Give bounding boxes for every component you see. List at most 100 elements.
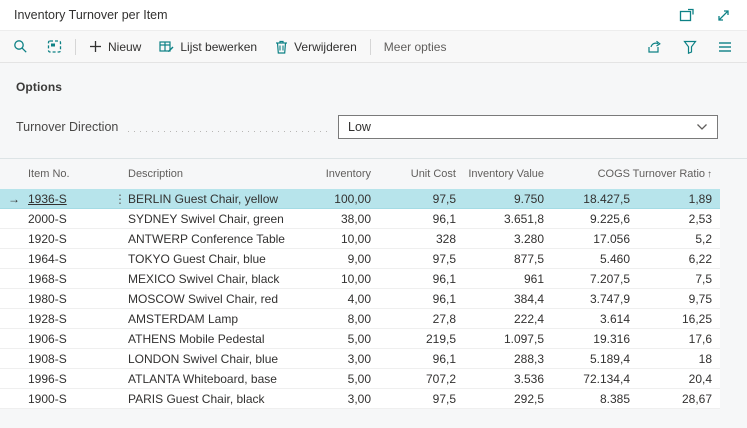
cogs-cell[interactable]: 7.207,5	[544, 272, 630, 286]
delete-button[interactable]: Verwijderen	[275, 40, 357, 54]
item-no-link[interactable]: 1968-S	[28, 272, 67, 286]
description-cell[interactable]: TOKYO Guest Chair, blue	[128, 252, 286, 266]
item-no-link[interactable]: 1980-S	[28, 292, 67, 306]
turnover-ratio-cell[interactable]: 5,2	[630, 232, 720, 246]
edit-list-button[interactable]: Lijst bewerken	[159, 40, 257, 54]
description-cell[interactable]: SYDNEY Swivel Chair, green	[128, 212, 286, 226]
cogs-cell[interactable]: 3.614	[544, 312, 630, 326]
inventory-value-cell[interactable]: 3.280	[456, 232, 544, 246]
table-row[interactable]: → 1900-S ⋮ PARIS Guest Chair, black 3,00…	[0, 389, 720, 409]
header-unit-cost[interactable]: Unit Cost	[371, 168, 456, 180]
item-no-cell[interactable]: 1936-S	[28, 192, 114, 206]
inventory-cell[interactable]: 10,00	[286, 232, 371, 246]
table-row[interactable]: → 1980-S ⋮ MOSCOW Swivel Chair, red 4,00…	[0, 289, 720, 309]
description-cell[interactable]: ATHENS Mobile Pedestal	[128, 332, 286, 346]
inventory-value-cell[interactable]: 3.651,8	[456, 212, 544, 226]
header-item-no[interactable]: Item No.	[28, 168, 114, 180]
header-description[interactable]: Description	[128, 168, 286, 180]
item-no-link[interactable]: 1996-S	[28, 372, 67, 386]
item-no-link[interactable]: 1900-S	[28, 392, 67, 406]
inventory-cell[interactable]: 5,00	[286, 332, 371, 346]
unit-cost-cell[interactable]: 707,2	[371, 372, 456, 386]
header-turnover-ratio[interactable]: Turnover Ratio↑	[630, 168, 720, 180]
table-row[interactable]: → 1996-S ⋮ ATLANTA Whiteboard, base 5,00…	[0, 369, 720, 389]
turnover-ratio-cell[interactable]: 18	[630, 352, 720, 366]
inventory-value-cell[interactable]: 9.750	[456, 192, 544, 206]
turnover-ratio-cell[interactable]: 2,53	[630, 212, 720, 226]
item-no-link[interactable]: 1928-S	[28, 312, 67, 326]
cogs-cell[interactable]: 72.134,4	[544, 372, 630, 386]
unit-cost-cell[interactable]: 96,1	[371, 212, 456, 226]
description-cell[interactable]: MEXICO Swivel Chair, black	[128, 272, 286, 286]
item-no-link[interactable]: 1908-S	[28, 352, 67, 366]
row-context-menu-icon[interactable]: ⋮	[114, 192, 128, 206]
description-cell[interactable]: AMSTERDAM Lamp	[128, 312, 286, 326]
table-row[interactable]: → 1928-S ⋮ AMSTERDAM Lamp 8,00 27,8 222,…	[0, 309, 720, 329]
item-no-cell[interactable]: 1920-S	[28, 232, 114, 246]
item-no-link[interactable]: 1920-S	[28, 232, 67, 246]
share-icon[interactable]	[647, 39, 663, 55]
inventory-cell[interactable]: 10,00	[286, 272, 371, 286]
table-row[interactable]: → 1964-S ⋮ TOKYO Guest Chair, blue 9,00 …	[0, 249, 720, 269]
inventory-value-cell[interactable]: 292,5	[456, 392, 544, 406]
inventory-cell[interactable]: 3,00	[286, 352, 371, 366]
item-no-cell[interactable]: 1996-S	[28, 372, 114, 386]
item-no-cell[interactable]: 2000-S	[28, 212, 114, 226]
description-cell[interactable]: ATLANTA Whiteboard, base	[128, 372, 286, 386]
turnover-ratio-cell[interactable]: 7,5	[630, 272, 720, 286]
item-no-cell[interactable]: 1968-S	[28, 272, 114, 286]
item-no-link[interactable]: 2000-S	[28, 212, 67, 226]
table-row[interactable]: → 1936-S ⋮ BERLIN Guest Chair, yellow 10…	[0, 189, 720, 209]
inventory-cell[interactable]: 38,00	[286, 212, 371, 226]
inventory-cell[interactable]: 4,00	[286, 292, 371, 306]
table-row[interactable]: → 2000-S ⋮ SYDNEY Swivel Chair, green 38…	[0, 209, 720, 229]
turnover-ratio-cell[interactable]: 6,22	[630, 252, 720, 266]
description-cell[interactable]: BERLIN Guest Chair, yellow	[128, 192, 286, 206]
turnover-ratio-cell[interactable]: 9,75	[630, 292, 720, 306]
turnover-ratio-cell[interactable]: 16,25	[630, 312, 720, 326]
cogs-cell[interactable]: 18.427,5	[544, 192, 630, 206]
inventory-value-cell[interactable]: 288,3	[456, 352, 544, 366]
turnover-ratio-cell[interactable]: 1,89	[630, 192, 720, 206]
cogs-cell[interactable]: 8.385	[544, 392, 630, 406]
description-cell[interactable]: MOSCOW Swivel Chair, red	[128, 292, 286, 306]
unit-cost-cell[interactable]: 219,5	[371, 332, 456, 346]
item-no-cell[interactable]: 1928-S	[28, 312, 114, 326]
inventory-cell[interactable]: 5,00	[286, 372, 371, 386]
unit-cost-cell[interactable]: 96,1	[371, 292, 456, 306]
search-icon[interactable]	[12, 39, 28, 55]
description-cell[interactable]: PARIS Guest Chair, black	[128, 392, 286, 406]
item-no-cell[interactable]: 1906-S	[28, 332, 114, 346]
inventory-value-cell[interactable]: 3.536	[456, 372, 544, 386]
header-cogs[interactable]: COGS	[544, 168, 630, 180]
cogs-cell[interactable]: 5.189,4	[544, 352, 630, 366]
table-row[interactable]: → 1968-S ⋮ MEXICO Swivel Chair, black 10…	[0, 269, 720, 289]
inventory-cell[interactable]: 8,00	[286, 312, 371, 326]
turnover-ratio-cell[interactable]: 28,67	[630, 392, 720, 406]
new-button[interactable]: Nieuw	[89, 40, 141, 54]
header-inventory[interactable]: Inventory	[286, 168, 371, 180]
expand-icon[interactable]	[715, 7, 731, 23]
item-no-cell[interactable]: 1980-S	[28, 292, 114, 306]
item-no-cell[interactable]: 1908-S	[28, 352, 114, 366]
inventory-value-cell[interactable]: 222,4	[456, 312, 544, 326]
item-no-link[interactable]: 1964-S	[28, 252, 67, 266]
inventory-cell[interactable]: 3,00	[286, 392, 371, 406]
filter-icon[interactable]	[682, 39, 698, 55]
inventory-cell[interactable]: 9,00	[286, 252, 371, 266]
inventory-cell[interactable]: 100,00	[286, 192, 371, 206]
cogs-cell[interactable]: 3.747,9	[544, 292, 630, 306]
turnover-direction-select[interactable]: Low	[338, 115, 718, 139]
item-no-cell[interactable]: 1964-S	[28, 252, 114, 266]
unit-cost-cell[interactable]: 96,1	[371, 272, 456, 286]
table-row[interactable]: → 1906-S ⋮ ATHENS Mobile Pedestal 5,00 2…	[0, 329, 720, 349]
item-no-link[interactable]: 1906-S	[28, 332, 67, 346]
unit-cost-cell[interactable]: 97,5	[371, 252, 456, 266]
unit-cost-cell[interactable]: 328	[371, 232, 456, 246]
inventory-value-cell[interactable]: 961	[456, 272, 544, 286]
item-no-cell[interactable]: 1900-S	[28, 392, 114, 406]
table-row[interactable]: → 1920-S ⋮ ANTWERP Conference Table 10,0…	[0, 229, 720, 249]
inventory-value-cell[interactable]: 877,5	[456, 252, 544, 266]
description-cell[interactable]: LONDON Swivel Chair, blue	[128, 352, 286, 366]
analyze-icon[interactable]	[46, 39, 62, 55]
